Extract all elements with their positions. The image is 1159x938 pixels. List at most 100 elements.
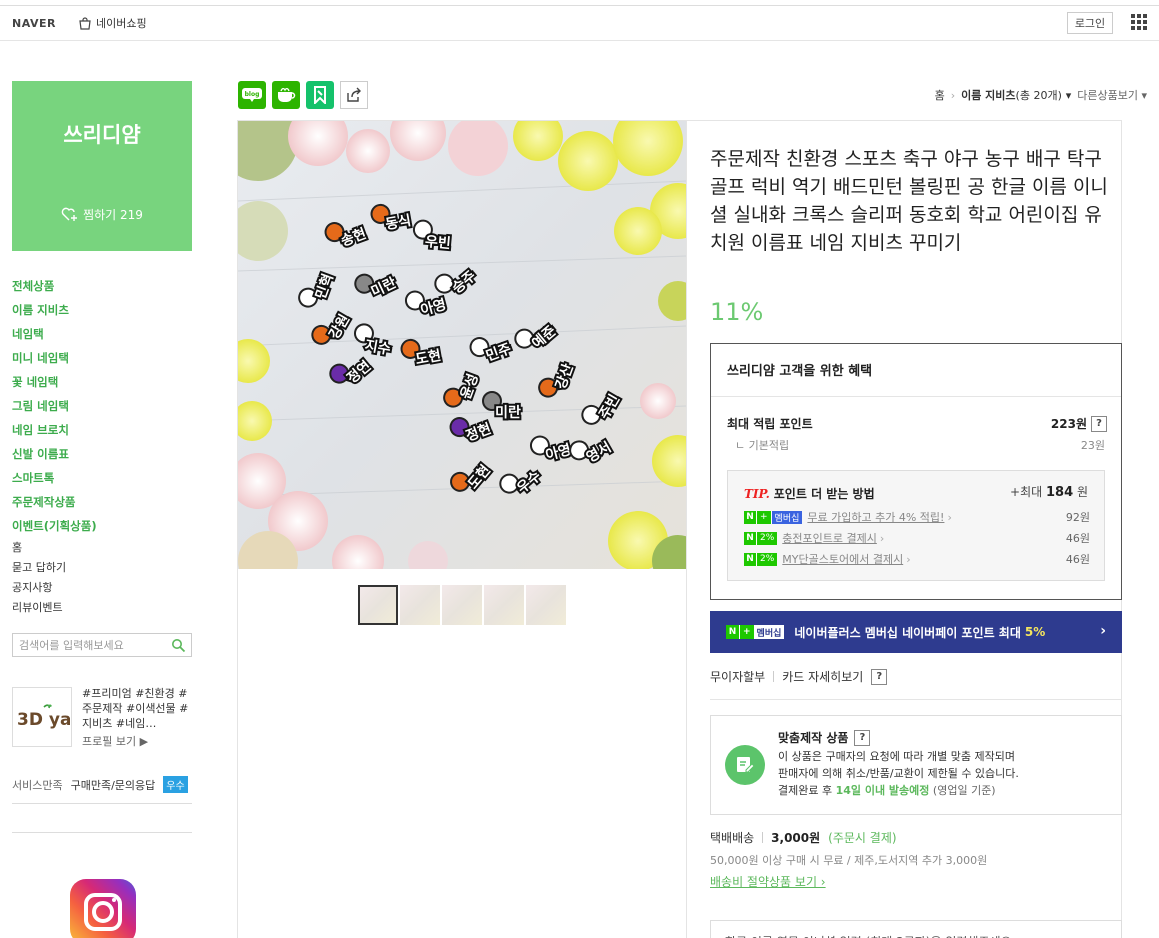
shipping-saving-link[interactable]: 배송비 절약상품 보기 › — [710, 873, 826, 890]
tip-title: TIP. 포인트 더 받는 방법 — [744, 485, 875, 502]
category-custom-order[interactable]: 주문제작상품 — [12, 492, 192, 516]
heart-plus-icon — [61, 207, 78, 221]
blog-label: blog — [245, 91, 260, 98]
custom-line-1: 이 상품은 구매자의 요청에 따라 개별 맞춤 제작되며 — [778, 750, 1015, 763]
category-mini-nametag[interactable]: 미니 네임택 — [12, 348, 192, 372]
installment-label: 무이자할부 — [710, 670, 766, 684]
help-icon[interactable]: ? — [854, 729, 871, 746]
shipping-info: 50,000원 이상 구매 시 무료 / 제주,도서지역 추가 3,000원 — [710, 854, 988, 867]
sidebar-link-home[interactable]: 홈 — [12, 540, 66, 560]
profile-avatar[interactable]: 3D yam — [12, 687, 72, 747]
basic-points-label: ㄴ 기본적립 — [735, 439, 790, 452]
thumbnail-3[interactable] — [442, 585, 482, 625]
tip-row-text: MY단골스토어에서 결제시 — [782, 553, 904, 566]
option-input-box[interactable]: 한글 이름 영문 이니셜 입력 (최대 3글자)을 입력해주세요 — [710, 920, 1122, 938]
category-name-brooch[interactable]: 네임 브로치 — [12, 420, 192, 444]
category-name-jibbitz[interactable]: 이름 지비츠 — [12, 300, 192, 324]
grade-badge: 우수 — [163, 776, 188, 793]
blog-share-icon[interactable]: blog — [238, 81, 266, 109]
naver-logo[interactable]: NAVER — [12, 17, 56, 30]
product-main-image[interactable]: 송현 동식 우빈 민혁 미란 승주 아영 강원 지수 도현 정연 민주 예준 강산 미란 윤성 아영 주빈 정현 도현… — [238, 121, 686, 569]
naver-pay-badge: N 2% — [744, 552, 778, 566]
charm-label: 우빈 — [424, 234, 451, 252]
breadcrumb-current[interactable]: 이름 지비츠(총 20개) ▾ — [961, 87, 1071, 103]
tip-row-text: 무료 가입하고 추가 4% 적립! — [807, 511, 945, 524]
sidebar-divider — [12, 803, 192, 804]
store-name: 쓰리디얌 — [63, 123, 141, 147]
category-list: 전체상품 이름 지비츠 네임택 미니 네임택 꽃 네임택 그림 네임택 네임 브… — [12, 276, 192, 540]
tip-max: +최대 184 원 — [1010, 485, 1088, 500]
sidebar-divider — [12, 832, 192, 833]
sidebar-link-notice[interactable]: 공지사항 — [12, 580, 66, 600]
tip-row-charge-point[interactable]: N 2% 충전포인트로 결제시 › 46원 — [744, 530, 1090, 546]
shipping-price: 3,000원 — [771, 831, 821, 845]
help-icon[interactable]: ? — [1091, 415, 1107, 432]
card-detail-link[interactable]: 카드 자세히보기 — [782, 668, 863, 685]
custom-line-2: 판매자에 의해 취소/반품/교환이 제한될 수 있습니다. — [778, 767, 1019, 780]
benefit-title: 쓰리디얌 고객을 위한 혜택 — [727, 364, 873, 379]
thumbnail-5[interactable] — [526, 585, 566, 625]
profile-tags: #프리미엄 #친환경 #주문제작 #이색선물 #지비츠 #네임… — [82, 687, 189, 730]
custom-order-notice: 맞춤제작 상품 ? 이 상품은 구매자의 요청에 따라 개별 맞춤 제작되며 판… — [710, 715, 1122, 815]
benefit-divider — [711, 396, 1121, 397]
tip-box: TIP. 포인트 더 받는 방법 +최대 184 원 N + 멤버십 무료 가입하고 … — [727, 470, 1105, 581]
discount-rate: 11% — [710, 298, 764, 326]
tip-row-text: 충전포인트로 결제시 — [782, 532, 877, 545]
naver-shopping-link[interactable]: 네이버쇼핑 — [78, 15, 147, 31]
naver-plus-banner[interactable]: N + 멤버십 네이버플러스 멤버십 네이버페이 포인트 최대 5% › — [710, 611, 1122, 653]
tip-row-amount: 46원 — [1065, 553, 1090, 566]
basic-points-value: 23원 — [1080, 439, 1105, 452]
shopping-bag-icon — [79, 16, 91, 30]
category-smarttok[interactable]: 스마트톡 — [12, 468, 192, 492]
tip-prefix: TIP. — [744, 487, 770, 501]
naver-shopping-label: 네이버쇼핑 — [96, 17, 147, 30]
banner-text: 네이버플러스 멤버십 네이버페이 포인트 최대 — [794, 625, 1021, 640]
profile-view-link[interactable]: 프로필 보기 ▶ — [82, 733, 148, 749]
tip-row-membership[interactable]: N + 멤버십 무료 가입하고 추가 4% 적립! › 92원 — [744, 509, 1090, 525]
charm-label: 미란 — [495, 404, 521, 421]
category-flower-nametag[interactable]: 꽃 네임택 — [12, 372, 192, 396]
service-value: 구매만족/문의응답 — [70, 778, 156, 792]
chevron-right-icon: › — [947, 510, 952, 524]
category-all[interactable]: 전체상품 — [12, 276, 192, 300]
store-banner[interactable]: 쓰리디얌 찜하기 219 — [12, 81, 192, 251]
login-button[interactable]: 로그인 — [1067, 12, 1113, 34]
custom-line-3: 결제완료 후 14일 이내 발송예정 (영업일 기준) — [778, 784, 996, 797]
category-shoe-nametag[interactable]: 신발 이름표 — [12, 444, 192, 468]
category-event[interactable]: 이벤트(기획상품) — [12, 516, 192, 540]
shipping-method: 택배배송 — [710, 831, 755, 845]
apps-grid-icon[interactable] — [1131, 14, 1147, 30]
store-search-input[interactable] — [19, 638, 167, 652]
divider — [710, 699, 1122, 700]
share-icon[interactable] — [340, 81, 368, 109]
thumbnail-1[interactable] — [358, 585, 398, 625]
chevron-right-icon: › — [906, 552, 911, 566]
instagram-icon[interactable] — [70, 879, 136, 938]
search-icon[interactable] — [171, 638, 186, 653]
shipping-row: 택배배송 3,000원 (주문시 결제) — [710, 829, 897, 846]
help-icon[interactable]: ? — [871, 668, 888, 685]
product-title: 주문제작 친환경 스포츠 축구 야구 농구 배구 탁구 골프 럭비 역기 배드민… — [710, 148, 1108, 254]
cafe-share-icon[interactable] — [272, 81, 300, 109]
breadcrumb-home[interactable]: 홈 — [935, 87, 945, 103]
category-nametag[interactable]: 네임택 — [12, 324, 192, 348]
zzim-button[interactable]: 찜하기 219 — [12, 206, 192, 223]
kakaostory-share-icon[interactable] — [306, 81, 334, 109]
breadcrumb: 홈 › 이름 지비츠(총 20개) ▾ 다른상품보기 ▾ — [935, 87, 1147, 103]
sidebar-link-review-event[interactable]: 리뷰이벤트 — [12, 600, 66, 620]
sidebar-link-qna[interactable]: 묻고 답하기 — [12, 560, 66, 580]
chevron-right-icon: › — [1100, 623, 1106, 639]
thumbnail-4[interactable] — [484, 585, 524, 625]
thumbnail-list — [358, 585, 566, 625]
thumbnail-2[interactable] — [400, 585, 440, 625]
profile-logo-text: 3D yam — [17, 710, 70, 730]
product-photo: 송현동식우빈민혁 미란 승주아영강원지수 도현정연민주예준강산미란윤성아영주빈정현도현… — [238, 121, 686, 569]
max-points-label: 최대 적립 포인트 — [727, 417, 813, 431]
category-picture-nametag[interactable]: 그림 네임택 — [12, 396, 192, 420]
naver-pay-badge: N 2% — [744, 531, 778, 545]
benefit-box: 쓰리디얌 고객을 위한 혜택 최대 적립 포인트 223원 ? ㄴ 기본적립 2… — [710, 343, 1122, 600]
max-points-value: 223원 ? — [1051, 415, 1107, 432]
tip-row-my-store[interactable]: N 2% MY단골스토어에서 결제시 › 46원 — [744, 551, 1090, 567]
shipping-payment: (주문시 결제) — [828, 831, 897, 845]
other-products-link[interactable]: 다른상품보기 ▾ — [1077, 87, 1147, 103]
